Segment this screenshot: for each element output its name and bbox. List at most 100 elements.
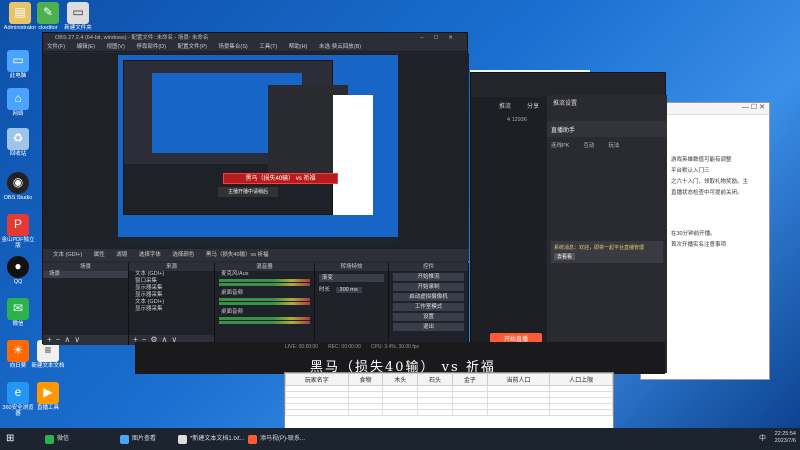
mixer-channel: 麦克风/Aux bbox=[221, 271, 249, 277]
pdf-icon[interactable]: P 金山PDF独立版 bbox=[0, 214, 36, 249]
start-record-button[interactable]: 开始录制 bbox=[393, 283, 464, 291]
taskbar-item[interactable]: *新建文本文档1.txt... bbox=[178, 432, 245, 446]
live-stats: 4 12936 bbox=[507, 117, 527, 123]
menu-scene-collection[interactable]: 场景集合(S) bbox=[218, 44, 247, 50]
menu-edit[interactable]: 编辑(E) bbox=[77, 44, 95, 50]
mixer-header: 混音器 bbox=[215, 263, 314, 271]
column-header[interactable]: 人口上限 bbox=[549, 373, 613, 386]
obs-title: OBS 27.2.4 (64-bit, windows) - 配置文件: 未命名… bbox=[55, 35, 209, 41]
tab-assistant[interactable]: 直播助手 bbox=[547, 121, 667, 137]
duration-label: 时长 bbox=[319, 287, 331, 293]
clock[interactable]: 22:25:54 2023/7/6 bbox=[775, 431, 796, 445]
notepad-icon bbox=[178, 435, 187, 444]
tab-play[interactable]: 玩法 bbox=[608, 141, 619, 149]
obs-icon[interactable]: ◉ OBS Studio bbox=[0, 172, 36, 201]
table-row[interactable] bbox=[285, 409, 613, 416]
filters-button[interactable]: 滤镜 bbox=[116, 252, 127, 258]
column-header[interactable]: 食物 bbox=[347, 373, 384, 386]
studio-mode-button[interactable]: 工作室模式 bbox=[393, 303, 464, 311]
source-item[interactable]: 显示器采集 bbox=[129, 292, 214, 299]
system-announcement: 系统消息：欢迎，即将一起平台直播管理 bbox=[554, 245, 645, 251]
scenes-controls[interactable]: +−∧∨ bbox=[43, 335, 128, 345]
mixer-dock: 混音器 麦克风/Aux 桌面音频 桌面音频 bbox=[215, 263, 315, 345]
virtual-cam-button[interactable]: 启动虚拟摄像机 bbox=[393, 293, 464, 301]
menu-file[interactable]: 文件(F) bbox=[47, 44, 65, 50]
source-item[interactable]: 显示器采集 bbox=[129, 285, 214, 292]
live-app-window[interactable]: 推流 分享 4 12936 推流设置 直播助手 连线PK 互动 玩法 系统消息：… bbox=[470, 72, 667, 373]
mixer-channel: 桌面音频 bbox=[221, 309, 244, 315]
menu-tools[interactable]: 工具(T) bbox=[259, 44, 277, 50]
source-item[interactable]: 显示器采集 bbox=[129, 306, 214, 313]
panel-title: 推流设置 bbox=[553, 101, 578, 107]
spreadsheet[interactable]: 玩家名字 食物 木头 石头 金子 当前人口 人口上限 bbox=[284, 372, 614, 434]
select-font-button[interactable]: 选择字体 bbox=[139, 252, 161, 258]
properties-button[interactable]: 属性 bbox=[94, 252, 105, 258]
rec-time: REC: 00:00:00 bbox=[328, 344, 361, 350]
transition-select[interactable]: 渐变 bbox=[319, 274, 384, 282]
column-header[interactable]: 石头 bbox=[417, 373, 453, 386]
menu-profile[interactable]: 配置文件(P) bbox=[177, 44, 206, 50]
start-icon[interactable]: ⊞ bbox=[6, 433, 14, 445]
recycle-bin-icon[interactable]: ♻ 回收站 bbox=[0, 128, 36, 157]
table-header-row: 玩家名字 食物 木头 石头 金子 当前人口 人口上限 bbox=[285, 373, 613, 386]
window-controls[interactable]: –☐✕ bbox=[420, 33, 463, 43]
sources-header: 来源 bbox=[129, 263, 214, 271]
tab-pk[interactable]: 连线PK bbox=[551, 141, 569, 149]
audio-meter bbox=[219, 283, 310, 286]
doc-text: 之六十入门，领取礼物奖励。主 bbox=[671, 179, 749, 185]
doc-text: 直播状态检查中可提前关闭。 bbox=[671, 190, 743, 196]
text-value[interactable]: 黑马（损失40输）vs 祈福 bbox=[206, 252, 269, 258]
announce-button[interactable]: 去看看 bbox=[554, 253, 576, 260]
live-app-icon bbox=[248, 435, 257, 444]
live-tool-icon[interactable]: ▶ 直播工具 bbox=[30, 382, 66, 411]
overlay-text[interactable]: 黑马（损失40输） vs 祈福 bbox=[223, 173, 338, 184]
live-side-panel: 推流设置 直播助手 连线PK 互动 玩法 系统消息：欢迎，即将一起平台直播管理 … bbox=[547, 95, 667, 373]
qq-icon[interactable]: ● QQ bbox=[0, 256, 36, 285]
start-stream-button[interactable]: 开始推流 bbox=[393, 273, 464, 281]
transitions-header: 转场特效 bbox=[315, 263, 388, 271]
controls-header: 控件 bbox=[389, 263, 468, 271]
network-icon[interactable]: ⌂ 网络 bbox=[0, 88, 36, 117]
pc-icon[interactable]: ▭ 新建文件夹 bbox=[60, 2, 96, 31]
menu-help[interactable]: 帮助(H) bbox=[289, 44, 308, 50]
scene-item[interactable]: 场景 bbox=[43, 271, 128, 278]
audio-meter bbox=[219, 321, 310, 324]
taskbar-item[interactable]: 图片查看 bbox=[120, 432, 156, 446]
doc-text: 首次开播实名注意事项 bbox=[671, 242, 727, 248]
share-tab[interactable]: 分享 bbox=[527, 101, 539, 110]
duration-input[interactable]: 300 ms bbox=[335, 287, 362, 293]
column-header[interactable]: 当前人口 bbox=[486, 373, 551, 386]
wechat-icon[interactable]: ✉ 微信 bbox=[0, 298, 36, 327]
transitions-dock: 转场特效 渐变 时长 300 ms bbox=[315, 263, 389, 345]
column-header[interactable]: 木头 bbox=[382, 373, 419, 386]
cpu-status: CPU: 3.4%, 30.00 fps bbox=[370, 344, 419, 350]
live-tab[interactable]: 推流 bbox=[499, 101, 511, 110]
column-header[interactable]: 金子 bbox=[451, 373, 488, 386]
sources-dock: 来源 文本 (GDI+) 窗口采集 显示器采集 显示器采集 文本 (GDI+) … bbox=[129, 263, 215, 345]
obs-window[interactable]: OBS 27.2.4 (64-bit, windows) - 配置文件: 未命名… bbox=[42, 32, 469, 345]
source-item[interactable]: 文本 (GDI+) bbox=[129, 299, 214, 306]
select-color-button[interactable]: 选择颜色 bbox=[172, 252, 194, 258]
exit-button[interactable]: 退出 bbox=[393, 323, 464, 331]
live-app-titlebar: 推流 分享 4 12936 bbox=[471, 73, 665, 123]
source-item[interactable]: 文本 (GDI+) bbox=[129, 271, 214, 278]
obs-statusbar: LIVE: 00:00:00 REC: 00:00:00 CPU: 3.4%, … bbox=[285, 344, 419, 350]
source-item[interactable]: 窗口采集 bbox=[129, 278, 214, 285]
settings-button[interactable]: 设置 bbox=[393, 313, 464, 321]
taskbar-item[interactable]: 添马视(P)-联系... bbox=[248, 432, 305, 446]
column-header[interactable]: 玩家名字 bbox=[285, 373, 349, 386]
ime-indicator[interactable]: 中 bbox=[759, 433, 766, 443]
wechat-icon bbox=[45, 435, 54, 444]
menu-docks[interactable]: 停靠部件(D) bbox=[136, 44, 166, 50]
nested-doc bbox=[333, 95, 373, 215]
menu-view[interactable]: 视图(V) bbox=[106, 44, 124, 50]
menu-extra[interactable]: 未选·费云回放(B) bbox=[319, 44, 361, 50]
clock-time: 22:25:54 bbox=[774, 431, 796, 437]
taskbar-item[interactable]: 微信 bbox=[45, 432, 69, 446]
obs-preview[interactable]: 黑马（损失40输） vs 祈福 主播开播中请稍后 bbox=[43, 53, 469, 249]
nested-taskbar bbox=[118, 237, 398, 245]
tab-interact[interactable]: 互动 bbox=[583, 141, 594, 149]
clock-date: 2023/7/6 bbox=[774, 438, 796, 444]
obs-titlebar: OBS 27.2.4 (64-bit, windows) - 配置文件: 未命名… bbox=[43, 33, 467, 43]
computer-icon[interactable]: ▭ 此电脑 bbox=[0, 50, 36, 79]
